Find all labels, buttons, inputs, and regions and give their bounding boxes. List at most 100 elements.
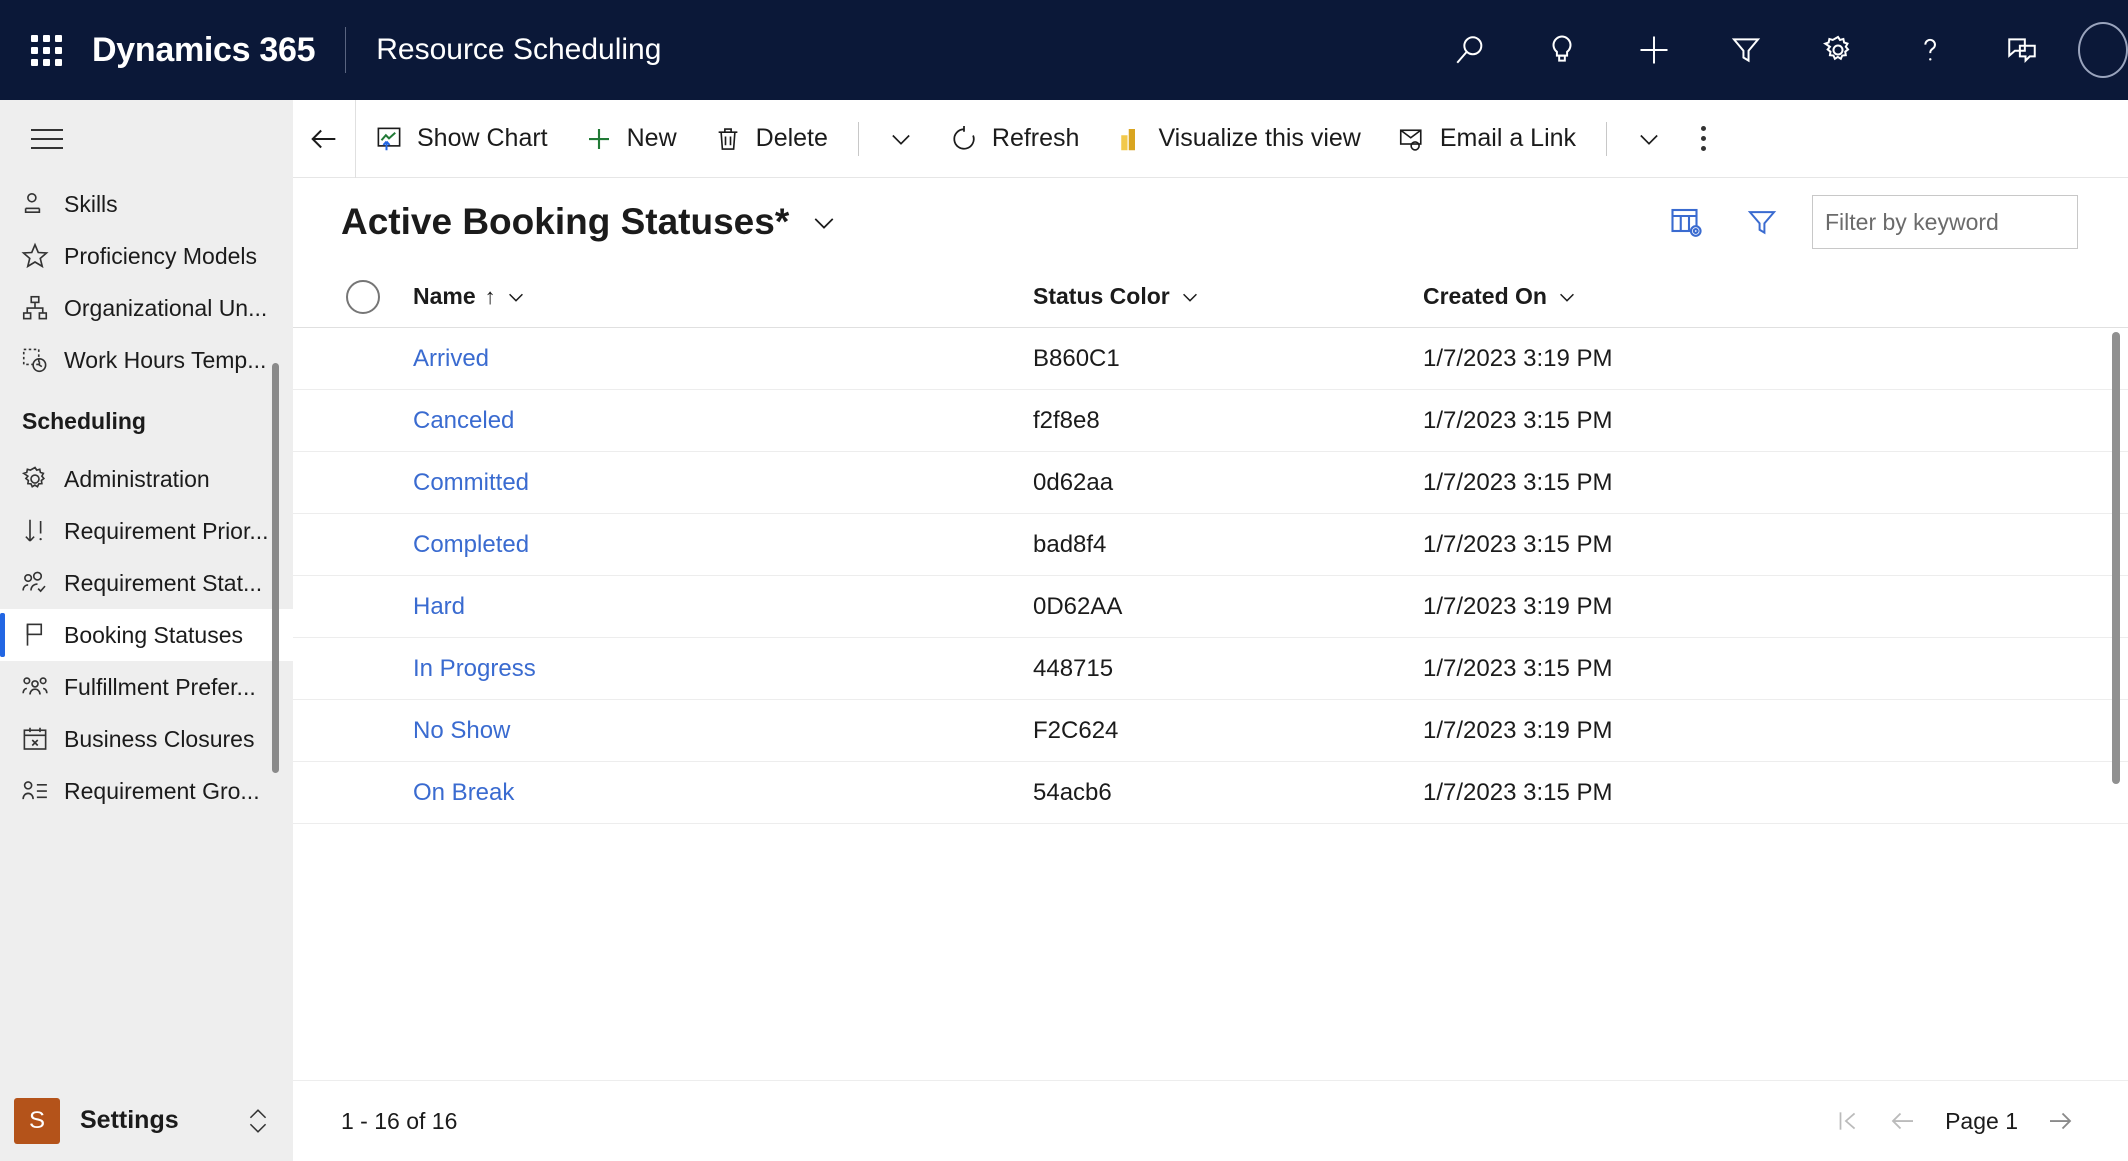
brand-title[interactable]: Dynamics 365 (92, 31, 316, 70)
sitemap-toggle-button[interactable] (0, 100, 293, 178)
lightbulb-icon[interactable] (1516, 0, 1608, 100)
show-chart-button[interactable]: Show Chart (356, 100, 566, 178)
delete-button[interactable]: Delete (695, 100, 846, 178)
sidebar-item-label: Administration (64, 465, 210, 492)
table-row[interactable]: On Break 54acb6 1/7/2023 3:15 PM (293, 762, 2128, 824)
more-vertical-icon (1701, 126, 1707, 151)
record-link[interactable]: On Break (413, 779, 514, 807)
created-on-value: 1/7/2023 3:19 PM (1423, 592, 1613, 620)
command-overflow-chevron[interactable] (871, 100, 931, 178)
row-status-color-cell: bad8f4 (1033, 531, 1423, 559)
grid-header-row: Name ↑ Status Color Created On (293, 266, 2128, 328)
first-page-icon[interactable] (1819, 1096, 1875, 1146)
previous-page-icon[interactable] (1875, 1096, 1931, 1146)
sidebar-item-business-closures[interactable]: Business Closures (0, 713, 293, 765)
sidebar-item-requirement-status[interactable]: Requirement Stat... (0, 557, 293, 609)
new-button[interactable]: New (566, 100, 695, 178)
column-header-status-color[interactable]: Status Color (1033, 283, 1423, 310)
select-all-checkbox[interactable] (346, 279, 380, 314)
sidebar-item-booking-statuses[interactable]: Booking Statuses (0, 609, 293, 661)
page-title[interactable]: Active Booking Statuses* (341, 201, 789, 243)
sidebar-item-organizational-units[interactable]: Organizational Un... (0, 282, 293, 334)
main-content: Show Chart New Delete Refresh Visualize … (293, 99, 2128, 1161)
sidebar-item-skills[interactable]: Skills (0, 178, 293, 230)
filter-icon[interactable] (1700, 0, 1792, 100)
sidebar-item-requirement-groups[interactable]: Requirement Gro... (0, 765, 293, 817)
record-link[interactable]: Hard (413, 593, 465, 621)
row-name-cell: Committed (413, 469, 1033, 497)
sidebar-item-label: Skills (64, 190, 118, 217)
gear-icon[interactable] (1792, 0, 1884, 100)
more-commands-button[interactable] (1679, 100, 1728, 178)
sidebar-scrollbar[interactable] (272, 363, 279, 773)
table-row[interactable]: Hard 0D62AA 1/7/2023 3:19 PM (293, 576, 2128, 638)
row-name-cell: Canceled (413, 407, 1033, 435)
command-overflow-chevron-2[interactable] (1619, 100, 1679, 178)
table-row[interactable]: Arrived B860C1 1/7/2023 3:19 PM (293, 328, 2128, 390)
table-row[interactable]: Completed bad8f4 1/7/2023 3:15 PM (293, 514, 2128, 576)
record-link[interactable]: Canceled (413, 407, 514, 435)
command-bar: Show Chart New Delete Refresh Visualize … (293, 99, 2128, 178)
sidebar-item-label: Work Hours Temp... (64, 346, 267, 373)
sidebar-item-fulfillment-preferences[interactable]: Fulfillment Prefer... (0, 661, 293, 713)
row-created-on-cell: 1/7/2023 3:15 PM (1423, 469, 2128, 497)
record-link[interactable]: Committed (413, 469, 529, 497)
waffle-icon (30, 34, 62, 66)
show-chart-label: Show Chart (417, 124, 548, 152)
next-page-icon[interactable] (2032, 1096, 2088, 1146)
sidebar-item-label: Fulfillment Prefer... (64, 673, 256, 700)
sidebar-group-title: Scheduling (22, 408, 146, 434)
row-created-on-cell: 1/7/2023 3:19 PM (1423, 593, 2128, 621)
table-row[interactable]: Committed 0d62aa 1/7/2023 3:15 PM (293, 452, 2128, 514)
created-on-value: 1/7/2023 3:15 PM (1423, 530, 1613, 558)
record-link[interactable]: Completed (413, 531, 529, 559)
chevron-down-icon[interactable] (1179, 286, 1201, 308)
visualize-this-view-button[interactable]: Visualize this view (1097, 100, 1378, 178)
people-group-icon (20, 672, 64, 702)
record-link[interactable]: Arrived (413, 345, 489, 373)
sidebar-item-proficiency-models[interactable]: Proficiency Models (0, 230, 293, 282)
settings-label: Settings (80, 1106, 179, 1134)
back-button[interactable] (293, 122, 355, 156)
chevron-down-icon[interactable] (1556, 286, 1578, 308)
row-created-on-cell: 1/7/2023 3:19 PM (1423, 717, 2128, 745)
sidebar-item-label: Business Closures (64, 725, 255, 752)
column-header-name[interactable]: Name ↑ (413, 283, 1033, 310)
app-launcher-button[interactable] (0, 34, 92, 66)
sort-ascending-icon: ↑ (484, 283, 496, 309)
sidebar-item-work-hours-templates[interactable]: Work Hours Temp... (0, 334, 293, 386)
refresh-button[interactable]: Refresh (931, 100, 1098, 178)
record-link[interactable]: No Show (413, 717, 510, 745)
row-created-on-cell: 1/7/2023 3:15 PM (1423, 779, 2128, 807)
sidebar-item-administration[interactable]: Administration (0, 453, 293, 505)
settings-area-switcher[interactable]: S Settings (0, 1080, 293, 1161)
column-header-label: Created On (1423, 283, 1547, 309)
people-check-icon (20, 568, 64, 598)
column-header-label: Name (413, 283, 476, 309)
avatar[interactable] (2068, 0, 2128, 100)
record-link[interactable]: In Progress (413, 655, 536, 683)
created-on-value: 1/7/2023 3:15 PM (1423, 654, 1613, 682)
row-name-cell: No Show (413, 717, 1033, 745)
app-name[interactable]: Resource Scheduling (376, 33, 661, 67)
table-row[interactable]: No Show F2C624 1/7/2023 3:19 PM (293, 700, 2128, 762)
chevron-down-icon[interactable] (505, 286, 527, 308)
table-row[interactable]: In Progress 448715 1/7/2023 3:15 PM (293, 638, 2128, 700)
table-row[interactable]: Canceled f2f8e8 1/7/2023 3:15 PM (293, 390, 2128, 452)
hamburger-icon (31, 122, 63, 156)
view-selector-chevron-down-icon[interactable] (809, 207, 839, 237)
row-status-color-cell: f2f8e8 (1033, 407, 1423, 435)
help-icon[interactable] (1884, 0, 1976, 100)
search-box[interactable] (1812, 195, 2078, 249)
email-a-link-button[interactable]: Email a Link (1379, 100, 1594, 178)
column-header-created-on[interactable]: Created On (1423, 283, 2128, 310)
grid-scrollbar[interactable] (2112, 332, 2120, 784)
search-input[interactable] (1825, 208, 2065, 236)
plus-icon[interactable] (1608, 0, 1700, 100)
filter-icon[interactable] (1724, 192, 1800, 252)
edit-columns-icon[interactable] (1648, 192, 1724, 252)
feedback-icon[interactable] (1976, 0, 2068, 100)
sidebar-item-requirement-priorities[interactable]: Requirement Prior... (0, 505, 293, 557)
row-status-color-cell: F2C624 (1033, 717, 1423, 745)
search-icon[interactable] (1424, 0, 1516, 100)
